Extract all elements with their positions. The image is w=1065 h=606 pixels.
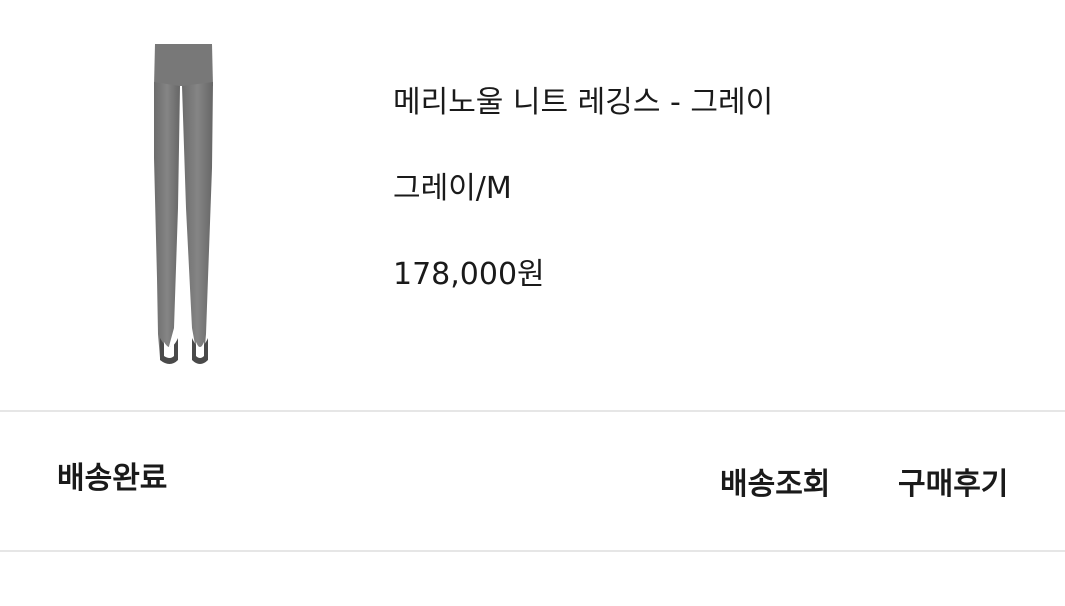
- leggings-image-icon: [154, 44, 213, 364]
- product-image[interactable]: [120, 38, 230, 370]
- product-option: 그레이/M: [393, 171, 512, 206]
- product-name[interactable]: 메리노울 니트 레깅스 - 그레이: [393, 82, 773, 124]
- product-info: 메리노울 니트 레깅스 - 그레이 그레이/M 178,000원: [393, 82, 773, 296]
- delivery-status: 배송완료: [57, 461, 168, 496]
- product-price: 178,000원: [393, 257, 545, 292]
- order-item-card: 메리노울 니트 레깅스 - 그레이 그레이/M 178,000원: [0, 0, 1065, 410]
- write-review-button[interactable]: 구매후기: [898, 464, 1008, 506]
- divider: [0, 550, 1065, 552]
- track-delivery-button[interactable]: 배송조회: [720, 464, 830, 506]
